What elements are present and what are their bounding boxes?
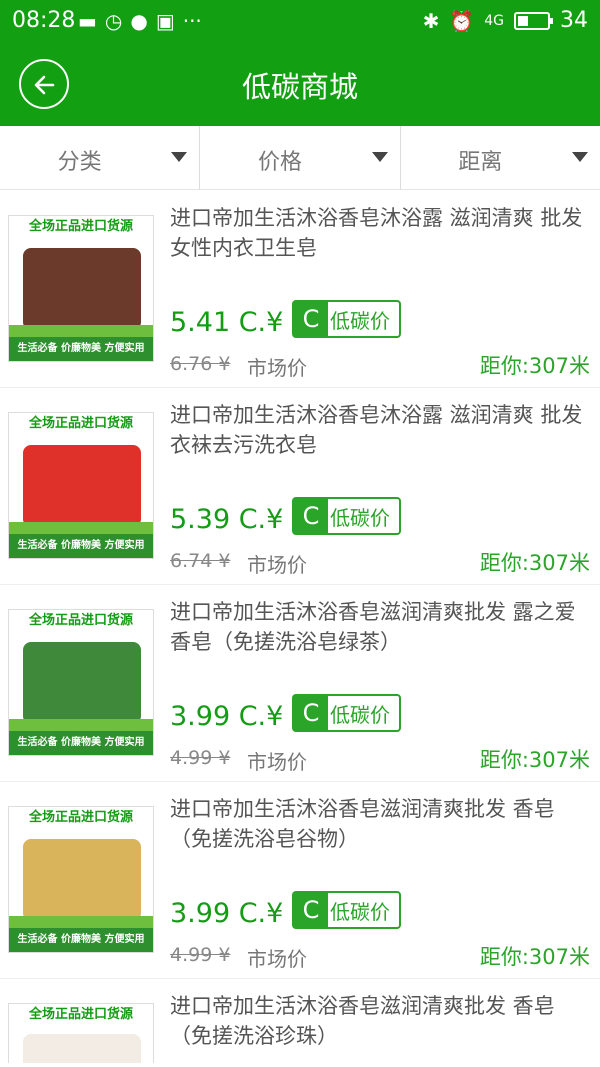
original-price: 4.99 ¥ xyxy=(170,747,231,769)
message-icon: ▬ xyxy=(78,9,97,33)
product-name: 进口帝加生活沐浴香皂滋润清爽批发 香皂（免搓洗浴珍珠） xyxy=(170,994,555,1048)
product-thumbnail: 全场正品进口货源 生活必备 价廉物美 方便实用 xyxy=(8,609,154,756)
more-icon: ··· xyxy=(182,9,202,33)
product-item[interactable]: 全场正品进口货源 进口帝加生活沐浴香皂滋润清爽批发 香皂（免搓洗浴珍珠） xyxy=(0,979,600,1063)
low-carbon-badge: C 低碳价 xyxy=(292,497,401,535)
product-item[interactable]: 全场正品进口货源 生活必备 价廉物美 方便实用 进口帝加生活沐浴香皂沐浴露 滋润… xyxy=(0,191,600,388)
low-carbon-price: 3.99 C.¥ xyxy=(170,898,284,929)
app-header: 低碳商城 xyxy=(0,42,600,126)
product-image xyxy=(23,1034,141,1063)
product-thumbnail: 全场正品进口货源 xyxy=(8,1003,154,1063)
distance: 距你:307米 xyxy=(479,748,590,772)
page-title: 低碳商城 xyxy=(241,70,358,104)
product-list: 全场正品进口货源 生活必备 价廉物美 方便实用 进口帝加生活沐浴香皂沐浴露 滋润… xyxy=(0,191,600,1063)
battery-level: 34 xyxy=(560,8,588,33)
distance: 距你:307米 xyxy=(479,551,590,575)
status-bar: 08:28 ▬ ◷ ● ▣ ··· ✱ ⏰ 4G 34 xyxy=(0,0,600,42)
product-name: 进口帝加生活沐浴香皂滋润清爽批发 香皂（免搓洗浴皂谷物） xyxy=(170,797,555,851)
low-carbon-price: 3.99 C.¥ xyxy=(170,701,284,732)
alarm-icon: ⏰ xyxy=(449,8,475,33)
system-icons: ✱ ⏰ 4G 34 xyxy=(423,8,588,33)
market-price-label: 市场价 xyxy=(247,356,307,380)
carbon-c-icon: C xyxy=(294,302,328,336)
low-carbon-badge: C 低碳价 xyxy=(292,694,401,732)
market-price-label: 市场价 xyxy=(247,947,307,971)
filter-price[interactable]: 价格 xyxy=(199,126,399,190)
product-thumbnail: 全场正品进口货源 生活必备 价廉物美 方便实用 xyxy=(8,806,154,953)
product-thumbnail: 全场正品进口货源 生活必备 价廉物美 方便实用 xyxy=(8,215,154,362)
filter-label: 分类 xyxy=(57,150,102,175)
distance: 距你:307米 xyxy=(479,354,590,378)
product-name: 进口帝加生活沐浴香皂滋润清爽批发 露之爱香皂（免搓洗浴皂绿茶） xyxy=(170,600,576,654)
filter-category[interactable]: 分类 xyxy=(0,126,199,190)
carbon-c-icon: C xyxy=(294,696,328,730)
low-carbon-price: 5.39 C.¥ xyxy=(170,504,284,535)
filter-label: 距离 xyxy=(458,150,503,175)
carbon-c-icon: C xyxy=(294,499,328,533)
product-thumbnail: 全场正品进口货源 生活必备 价廉物美 方便实用 xyxy=(8,412,154,559)
notification-icons: ▬ ◷ ● ▣ ··· xyxy=(78,9,202,33)
battery-icon xyxy=(514,11,553,30)
market-price-label: 市场价 xyxy=(247,553,307,577)
status-time: 08:28 xyxy=(12,8,76,33)
signal-icon: 4G xyxy=(484,12,504,29)
product-image xyxy=(23,248,141,330)
filter-bar: 分类 价格 距离 xyxy=(0,126,600,190)
original-price: 6.76 ¥ xyxy=(170,353,231,375)
product-image xyxy=(23,445,141,527)
product-image xyxy=(23,642,141,724)
product-item[interactable]: 全场正品进口货源 生活必备 价廉物美 方便实用 进口帝加生活沐浴香皂滋润清爽批发… xyxy=(0,585,600,782)
product-item[interactable]: 全场正品进口货源 生活必备 价廉物美 方便实用 进口帝加生活沐浴香皂滋润清爽批发… xyxy=(0,782,600,979)
bluetooth-icon: ✱ xyxy=(422,8,440,33)
dropdown-arrow-icon xyxy=(371,152,388,162)
product-name: 进口帝加生活沐浴香皂沐浴露 滋润清爽 批发 衣袜去污洗衣皂 xyxy=(170,403,583,457)
filter-label: 价格 xyxy=(257,150,302,175)
dropdown-arrow-icon xyxy=(171,152,188,162)
product-name: 进口帝加生活沐浴香皂沐浴露 滋润清爽 批发 女性内衣卫生皂 xyxy=(170,206,583,260)
carbon-c-icon: C xyxy=(294,893,328,927)
distance: 距你:307米 xyxy=(479,945,590,969)
image-icon: ▣ xyxy=(155,9,175,33)
original-price: 6.74 ¥ xyxy=(170,550,231,572)
low-carbon-price: 5.41 C.¥ xyxy=(170,307,284,338)
dropdown-arrow-icon xyxy=(571,152,588,162)
clock-icon: ◷ xyxy=(104,9,123,33)
chat-icon: ● xyxy=(130,9,148,33)
product-item[interactable]: 全场正品进口货源 生活必备 价廉物美 方便实用 进口帝加生活沐浴香皂沐浴露 滋润… xyxy=(0,388,600,585)
low-carbon-badge: C 低碳价 xyxy=(292,300,401,338)
product-image xyxy=(23,839,141,921)
original-price: 4.99 ¥ xyxy=(170,944,231,966)
filter-distance[interactable]: 距离 xyxy=(399,126,600,190)
low-carbon-badge: C 低碳价 xyxy=(292,891,401,929)
market-price-label: 市场价 xyxy=(247,750,307,774)
